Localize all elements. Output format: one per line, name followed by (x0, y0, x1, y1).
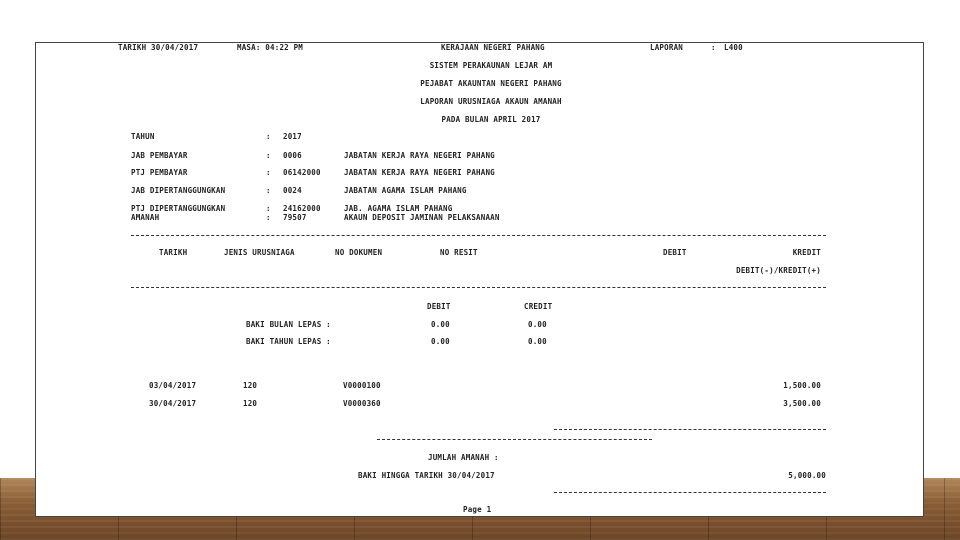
title-system: SISTEM PERAKAUNAN LEJAR AM (429, 61, 553, 70)
baki-bulan-credit: 0.00 (528, 320, 547, 329)
col-debit-kredit-sign: DEBIT(-)/KREDIT(+) (736, 266, 821, 275)
title-office: PEJABAT AKAUNTAN NEGERI PAHANG (420, 79, 562, 88)
info-label: PTJ DIPERTANGGUNGKAN (131, 204, 226, 213)
col-debit: DEBIT (663, 248, 687, 257)
info-code: 2017 (283, 132, 302, 141)
row-jenis: 120 (243, 381, 258, 390)
info-desc: JABATAN KERJA RAYA NEGERI PAHANG (344, 151, 495, 160)
baki-tahun-label: BAKI TAHUN LEPAS : (246, 337, 331, 346)
info-colon: : (266, 168, 271, 177)
report-colon: : (711, 43, 716, 52)
separator-line (131, 287, 826, 288)
row-tarikh: 30/04/2017 (149, 399, 197, 408)
col-no-dokumen: NO DOKUMEN (335, 248, 383, 257)
baki-hingga-label: BAKI HINGGA TARIKH 30/04/2017 (358, 471, 495, 480)
row-amount: 1,500.00 (783, 381, 821, 390)
title-report: LAPORAN URUSNIAGA AKAUN AMANAH (420, 97, 562, 106)
col-no-resit: NO RESIT (440, 248, 478, 257)
row-amount: 3,500.00 (783, 399, 821, 408)
info-colon: : (266, 204, 271, 213)
row-jenis: 120 (243, 399, 258, 408)
info-colon: : (266, 213, 271, 222)
report-time: MASA: 04:22 PM (237, 43, 304, 52)
total-amount: 5,000.00 (788, 471, 826, 480)
info-code: 0006 (283, 151, 302, 160)
baki-bulan-debit: 0.00 (431, 320, 450, 329)
col-jenis-urusniaga: JENIS URUSNIAGA (224, 248, 295, 257)
row-tarikh: 03/04/2017 (149, 381, 197, 390)
baki-bulan-label: BAKI BULAN LEPAS : (246, 320, 331, 329)
government-name: KERAJAAN NEGERI PAHANG (441, 43, 545, 52)
info-desc: JAB. AGAMA ISLAM PAHANG (344, 204, 453, 213)
info-code: 79507 (283, 213, 307, 222)
info-colon: : (266, 132, 271, 141)
info-code: 24162000 (283, 204, 321, 213)
col-kredit: KREDIT (792, 248, 821, 257)
info-desc: AKAUN DEPOSIT JAMINAN PELAKSANAAN (344, 213, 500, 222)
row-dokumen: V0000360 (343, 399, 381, 408)
col-tarikh: TARIKH (159, 248, 188, 257)
separator-line (554, 492, 826, 493)
info-label: PTJ PEMBAYAR (131, 168, 188, 177)
title-period: PADA BULAN APRIL 2017 (441, 115, 541, 124)
report-date: TARIKH 30/04/2017 (118, 43, 199, 52)
baki-debit-label: DEBIT (427, 302, 451, 311)
info-label: TAHUN (131, 132, 155, 141)
separator-line (554, 429, 826, 430)
report-document: TARIKH 30/04/2017 MASA: 04:22 PM KERAJAA… (35, 42, 924, 517)
report-label: LAPORAN (650, 43, 684, 52)
info-colon: : (266, 151, 271, 160)
report-code: L400 (724, 43, 743, 52)
baki-credit-label: CREDIT (524, 302, 553, 311)
info-desc: JABATAN AGAMA ISLAM PAHANG (344, 186, 467, 195)
info-label: JAB PEMBAYAR (131, 151, 188, 160)
info-code: 0024 (283, 186, 302, 195)
info-code: 06142000 (283, 168, 321, 177)
page-number: Page 1 (463, 505, 492, 514)
baki-tahun-debit: 0.00 (431, 337, 450, 346)
info-label: AMANAH (131, 213, 160, 222)
info-label: JAB DIPERTANGGUNGKAN (131, 186, 226, 195)
separator-line (377, 439, 652, 440)
separator-line (131, 235, 826, 236)
jumlah-amanah-label: JUMLAH AMANAH : (428, 453, 499, 462)
row-dokumen: V0000100 (343, 381, 381, 390)
baki-tahun-credit: 0.00 (528, 337, 547, 346)
info-colon: : (266, 186, 271, 195)
info-desc: JABATAN KERJA RAYA NEGERI PAHANG (344, 168, 495, 177)
